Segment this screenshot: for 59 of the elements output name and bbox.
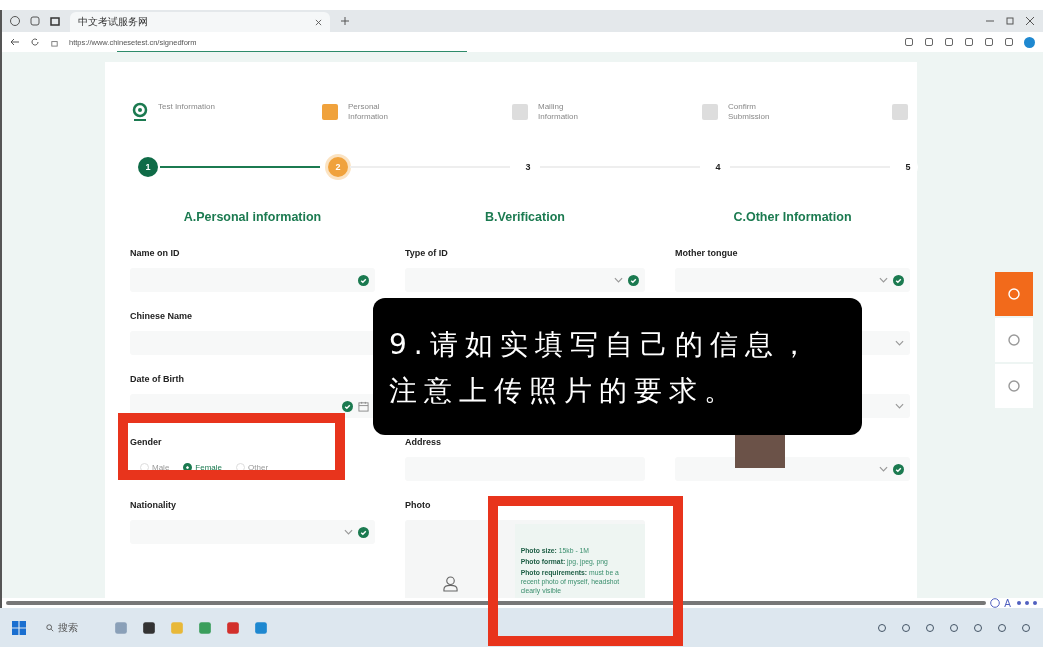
chevron-down-icon	[879, 277, 888, 283]
field-label: Chinese Name	[130, 311, 193, 321]
step-icon	[320, 102, 340, 122]
step-icon	[890, 102, 910, 122]
new-tab-icon[interactable]	[340, 16, 350, 26]
chevron-down-icon	[895, 403, 904, 409]
back-icon[interactable]	[10, 37, 20, 47]
check-icon	[893, 463, 904, 475]
section-title: B.Verification	[484, 210, 566, 226]
person-icon	[443, 575, 458, 592]
step-icon	[130, 102, 150, 122]
chevron-down-icon	[879, 466, 888, 472]
select-field[interactable]	[675, 268, 910, 292]
caption-tooltip: 9.请如实填写自己的信息， 注意上传照片的要求。	[373, 298, 862, 435]
field-label: Photo	[405, 500, 431, 510]
windows-icon[interactable]	[12, 620, 26, 635]
field-label: Type of ID	[405, 248, 448, 258]
field-label: Date of Birth	[130, 374, 184, 384]
section-title: C.Other Information	[732, 210, 853, 226]
step-label: Mailing Information	[538, 102, 580, 122]
check-icon	[628, 274, 639, 286]
select-field[interactable]	[405, 268, 645, 292]
restore-icon[interactable]	[1005, 16, 1015, 26]
calendar-icon	[358, 400, 369, 412]
field-label: Gender	[130, 437, 162, 447]
close-icon[interactable]	[315, 18, 322, 26]
check-icon	[893, 274, 904, 286]
search-icon	[46, 623, 54, 632]
scrollbar[interactable]	[6, 601, 987, 605]
step-label: Confirm Submission	[728, 102, 771, 122]
refresh-icon[interactable]	[30, 37, 40, 47]
field-label: Address	[405, 437, 441, 447]
tools-icon[interactable]	[1015, 599, 1039, 607]
chevron-down-icon	[344, 529, 353, 535]
browser-tab[interactable]: 中文考试服务网	[70, 12, 330, 32]
profile-icon[interactable]	[10, 16, 20, 26]
taskbar-search[interactable]: 搜索	[40, 619, 100, 636]
chat-icon[interactable]	[990, 598, 1001, 608]
check-icon	[358, 274, 369, 286]
chevron-down-icon	[895, 340, 904, 346]
text-field[interactable]	[130, 268, 375, 292]
section-title: A.Personal information	[182, 210, 323, 226]
select-field[interactable]	[130, 520, 375, 544]
step-label: Test Information	[158, 102, 216, 112]
radio-option[interactable]: Female	[183, 463, 223, 472]
step-label: Personal Information	[348, 102, 390, 122]
step-number[interactable]: 1	[138, 157, 158, 177]
check-icon	[342, 400, 353, 412]
step-icon	[510, 102, 530, 122]
cover-patch	[735, 434, 785, 468]
close-icon[interactable]	[1025, 16, 1035, 26]
text-field[interactable]	[130, 331, 375, 355]
field-label: Mother tongue	[675, 248, 738, 258]
check-icon	[358, 526, 369, 538]
font-size-button[interactable]: A	[1004, 597, 1011, 609]
step-icon	[700, 102, 720, 122]
field-label: Name on ID	[130, 248, 180, 258]
field-label: Nationality	[130, 500, 176, 510]
chevron-down-icon	[614, 277, 623, 283]
